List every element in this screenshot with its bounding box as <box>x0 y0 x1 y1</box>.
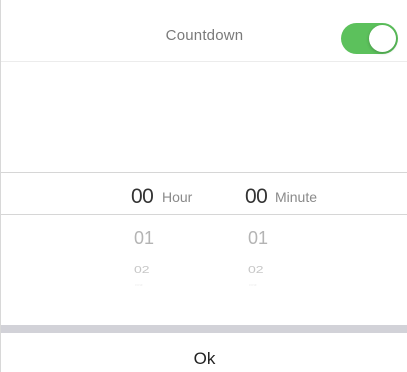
minute-selected-value[interactable]: 00 <box>245 185 268 209</box>
hour-option[interactable]: 03 <box>135 284 143 287</box>
minute-option[interactable]: 02 <box>248 263 264 275</box>
ok-button[interactable]: Ok <box>1 333 407 372</box>
countdown-toggle[interactable] <box>341 23 398 54</box>
minute-option[interactable]: 03 <box>249 284 257 287</box>
hour-option[interactable]: 02 <box>134 263 150 275</box>
hour-unit-label: Hour <box>162 189 193 205</box>
toggle-knob <box>369 25 396 52</box>
minute-option[interactable]: 01 <box>248 228 268 249</box>
hour-option[interactable]: 01 <box>134 228 154 249</box>
minute-unit-label: Minute <box>275 189 318 205</box>
footer-divider <box>1 325 407 333</box>
picker-fade <box>1 272 407 302</box>
time-picker[interactable]: 00 Hour 00 Minute 01 02 03 01 02 03 <box>1 62 407 325</box>
selection-band: 00 Hour 00 Minute <box>1 172 407 215</box>
countdown-dialog: Countdown 00 Hour 00 Minute 01 02 03 01 … <box>0 0 407 372</box>
dialog-header: Countdown <box>1 0 407 62</box>
hour-selected-value[interactable]: 00 <box>131 185 154 209</box>
